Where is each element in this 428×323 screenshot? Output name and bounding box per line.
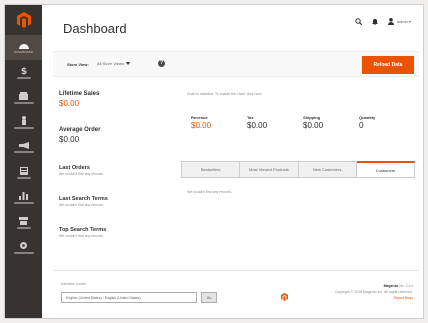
sidebar-item-label: DASHBOARD	[13, 49, 33, 54]
dollar-icon: $	[20, 67, 26, 75]
sidebar-label-bar	[13, 127, 34, 129]
average-order-label: Average Order	[59, 127, 101, 133]
sidebar-item-sales[interactable]: $	[5, 60, 42, 85]
interface-locale-select[interactable]: English (United States) / English (Unite…	[61, 292, 197, 303]
total-label: Quantity	[359, 115, 376, 120]
sidebar-item-marketing[interactable]	[5, 135, 42, 160]
megaphone-icon	[18, 142, 29, 149]
user-icon	[387, 18, 394, 25]
total-value: $0.00	[191, 121, 212, 130]
last-orders-title: Last Orders	[59, 165, 90, 171]
total-label: Tax	[247, 115, 254, 120]
tab-content: We couldn't find any records.	[181, 177, 415, 199]
sidebar-label-bar	[13, 101, 34, 104]
catalog-box-icon	[19, 91, 28, 100]
footer-info: Magento ver. 2.x.x Copyright © 2016 Mage…	[335, 283, 413, 301]
dashboard-tabs: Bestsellers Most Viewed Products New Cus…	[181, 161, 415, 178]
reload-data-button[interactable]: Reload Data	[362, 56, 414, 74]
page-title: Dashboard	[63, 21, 127, 36]
total-tax: Tax $0.00	[247, 115, 303, 130]
header-actions: admin ▾	[355, 18, 411, 25]
admin-sidebar: DASHBOARD $	[5, 5, 42, 318]
content-grid-icon	[19, 166, 28, 175]
top-search-terms-section: Top Search Terms We couldn't find any re…	[59, 227, 106, 238]
bell-icon[interactable]	[371, 18, 378, 25]
footer-brand: Magento	[383, 284, 398, 288]
average-order: Average Order $0.00	[59, 127, 100, 144]
total-shipping: Shipping $0.00	[303, 115, 359, 130]
sidebar-label-bar	[13, 151, 34, 153]
chart-disabled-notice[interactable]: Chart is disabled. To enable the chart, …	[187, 92, 262, 96]
magento-footer-logo-icon	[281, 293, 288, 301]
scope-label: Store View:	[67, 62, 89, 67]
sidebar-item-customers[interactable]	[5, 110, 42, 135]
sidebar-label-bar	[13, 252, 34, 254]
last-orders-section: Last Orders We couldn't find any records…	[59, 165, 104, 176]
sidebar-label-bar	[13, 201, 34, 204]
stores-icon	[19, 216, 28, 225]
dashboard-icon	[18, 43, 29, 49]
last-search-terms-title: Last Search Terms	[59, 196, 108, 202]
interface-locale-label: Interface Locale	[61, 282, 86, 286]
person-icon	[21, 116, 26, 125]
top-search-terms-note: We couldn't find any records.	[59, 234, 104, 238]
sidebar-label-bar	[16, 77, 31, 79]
last-orders-note: We couldn't find any records.	[59, 172, 104, 176]
admin-window: DASHBOARD $ Dashboard admin ▾ Store View…	[4, 4, 424, 319]
tab-bestsellers[interactable]: Bestsellers	[181, 161, 241, 178]
top-search-terms-title: Top Search Terms	[59, 227, 107, 233]
total-value: $0.00	[247, 121, 268, 130]
system-gear-icon	[20, 242, 27, 249]
sidebar-item-content[interactable]	[5, 160, 42, 185]
total-quantity: Quantity 0	[359, 115, 415, 130]
tab-new-customers[interactable]: New Customers	[298, 161, 357, 178]
sidebar-item-catalog[interactable]	[5, 85, 42, 110]
sidebar-label-bar	[16, 226, 31, 229]
dashboard-totals: Revenue $0.00 Tax $0.00 Shipping $0.00 Q…	[191, 115, 415, 130]
reports-bar-chart-icon	[19, 191, 28, 200]
footer-version: ver. 2.x.x	[398, 284, 413, 288]
footer-divider	[53, 270, 419, 271]
sidebar-item-system[interactable]	[5, 235, 42, 260]
last-search-terms-section: Last Search Terms We couldn't find any r…	[59, 196, 108, 207]
help-icon[interactable]: ?	[158, 60, 165, 67]
sidebar-item-dashboard[interactable]: DASHBOARD	[5, 35, 42, 60]
user-menu[interactable]: admin ▾	[387, 18, 411, 25]
total-value: $0.00	[303, 121, 324, 130]
lifetime-sales-value: $0.00	[59, 99, 80, 108]
total-revenue: Revenue $0.00	[191, 115, 247, 130]
search-icon[interactable]	[355, 18, 362, 25]
total-value: 0	[359, 121, 364, 130]
total-label: Shipping	[303, 115, 321, 120]
total-label: Revenue	[191, 115, 208, 120]
store-view-value: All Store Views	[97, 61, 124, 66]
tab-customers[interactable]: Customers	[356, 161, 415, 178]
sidebar-item-reports[interactable]	[5, 185, 42, 210]
store-view-select[interactable]: All Store Views	[97, 61, 130, 66]
tab-most-viewed-products[interactable]: Most Viewed Products	[240, 161, 299, 178]
sidebar-item-stores[interactable]	[5, 210, 42, 235]
chevron-down-icon	[125, 62, 130, 65]
sidebar-label-bar	[16, 176, 31, 179]
dashboard-toolbar: Store View: All Store Views ? Reload Dat…	[53, 51, 419, 77]
user-name: admin ▾	[396, 19, 411, 24]
locale-go-button[interactable]: Go	[201, 292, 217, 303]
svg-text:$: $	[20, 67, 26, 75]
report-bugs-link[interactable]: Report Bugs	[335, 295, 413, 301]
average-order-value: $0.00	[59, 135, 80, 144]
last-search-terms-note: We couldn't find any records.	[59, 203, 104, 207]
lifetime-sales: Lifetime Sales $0.00	[59, 91, 99, 108]
lifetime-sales-label: Lifetime Sales	[59, 91, 100, 97]
tab-empty-message: We couldn't find any records.	[187, 190, 232, 194]
magento-logo-icon[interactable]	[5, 5, 42, 35]
